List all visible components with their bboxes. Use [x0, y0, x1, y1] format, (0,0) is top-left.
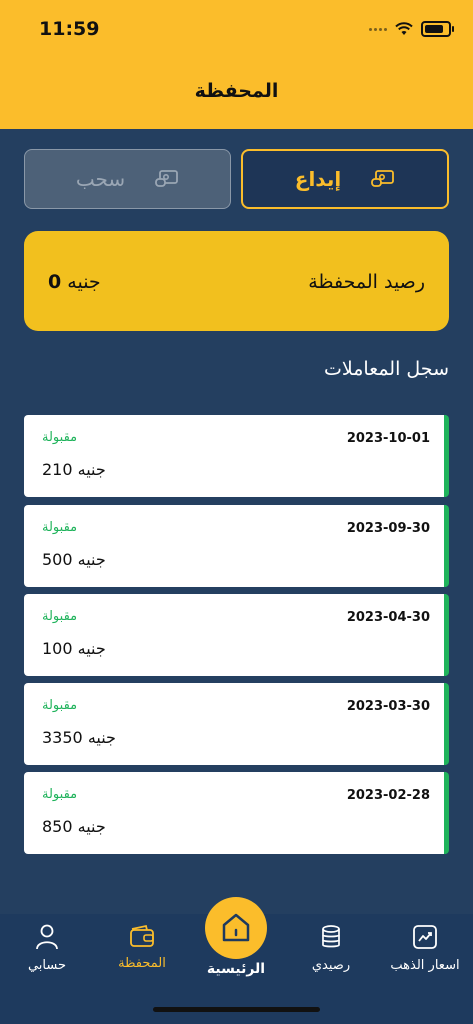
transaction-amount: 100 جنيه — [42, 639, 106, 658]
transaction-date: 2023-09-30 — [346, 521, 430, 536]
history-title: سجل المعاملات — [323, 358, 449, 380]
wallet-icon — [130, 924, 154, 947]
signal-icon — [369, 27, 387, 31]
transaction-status: مقبولة — [42, 520, 78, 535]
home-indicator — [153, 1007, 320, 1012]
transaction-date: 2023-04-30 — [346, 610, 430, 625]
status-bar: 11:59 — [0, 0, 473, 60]
tab-my-balance[interactable]: رصيدي — [284, 924, 378, 973]
tab-wallet[interactable]: المحفظة — [95, 924, 189, 971]
tab-account-label: حسابي — [27, 958, 67, 973]
transaction-status: مقبولة — [42, 430, 78, 445]
transaction-amount: 850 جنيه — [42, 817, 106, 836]
withdraw-button[interactable]: سحب — [24, 149, 231, 209]
tab-gold-prices-label: اسعار الذهب — [390, 958, 460, 973]
balance-value: 0 جنيه — [48, 271, 101, 293]
transaction-amount: 3350 جنيه — [42, 728, 116, 747]
transaction-card[interactable]: 2023-03-30 مقبولة 3350 جنيه — [24, 683, 449, 765]
header: المحفظة — [0, 60, 473, 129]
transaction-amount: 500 جنيه — [42, 550, 106, 569]
chart-icon — [413, 925, 437, 949]
transaction-card[interactable]: 2023-10-01 مقبولة 210 جنيه — [24, 415, 449, 497]
transaction-date: 2023-02-28 — [346, 788, 430, 803]
home-icon — [222, 913, 250, 942]
wifi-icon — [395, 22, 413, 35]
deposit-label: إيداع — [294, 167, 342, 191]
battery-icon — [421, 21, 454, 37]
cash-icon — [155, 170, 179, 187]
balance-card: رصيد المحفظة 0 جنيه — [24, 231, 449, 331]
tab-wallet-label: المحفظة — [118, 956, 166, 971]
transaction-date: 2023-10-01 — [346, 431, 430, 446]
balance-amount: 0 — [48, 271, 62, 293]
transaction-date: 2023-03-30 — [346, 699, 430, 714]
cash-icon — [371, 170, 395, 187]
transaction-amount: 210 جنيه — [42, 460, 106, 479]
tab-my-balance-label: رصيدي — [311, 958, 351, 973]
page-title: المحفظة — [194, 80, 279, 102]
transaction-card[interactable]: 2023-09-30 مقبولة 500 جنيه — [24, 505, 449, 587]
user-icon — [36, 924, 58, 950]
transaction-status: مقبولة — [42, 698, 78, 713]
balance-label: رصيد المحفظة — [308, 271, 425, 293]
tab-gold-prices[interactable]: اسعار الذهب — [378, 924, 472, 973]
tab-home-label[interactable]: الرئيسية — [186, 961, 286, 977]
transaction-status: مقبولة — [42, 787, 78, 802]
deposit-button[interactable]: إيداع — [241, 149, 449, 209]
coins-icon — [322, 925, 340, 948]
transaction-card[interactable]: 2023-04-30 مقبولة 100 جنيه — [24, 594, 449, 676]
status-time: 11:59 — [39, 18, 100, 40]
transaction-status: مقبولة — [42, 609, 78, 624]
home-button[interactable] — [205, 897, 267, 959]
balance-currency: جنيه — [67, 271, 101, 293]
transaction-card[interactable]: 2023-02-28 مقبولة 850 جنيه — [24, 772, 449, 854]
withdraw-label: سحب — [75, 167, 126, 191]
tab-account[interactable]: حسابي — [0, 924, 94, 973]
status-icons — [369, 21, 454, 37]
